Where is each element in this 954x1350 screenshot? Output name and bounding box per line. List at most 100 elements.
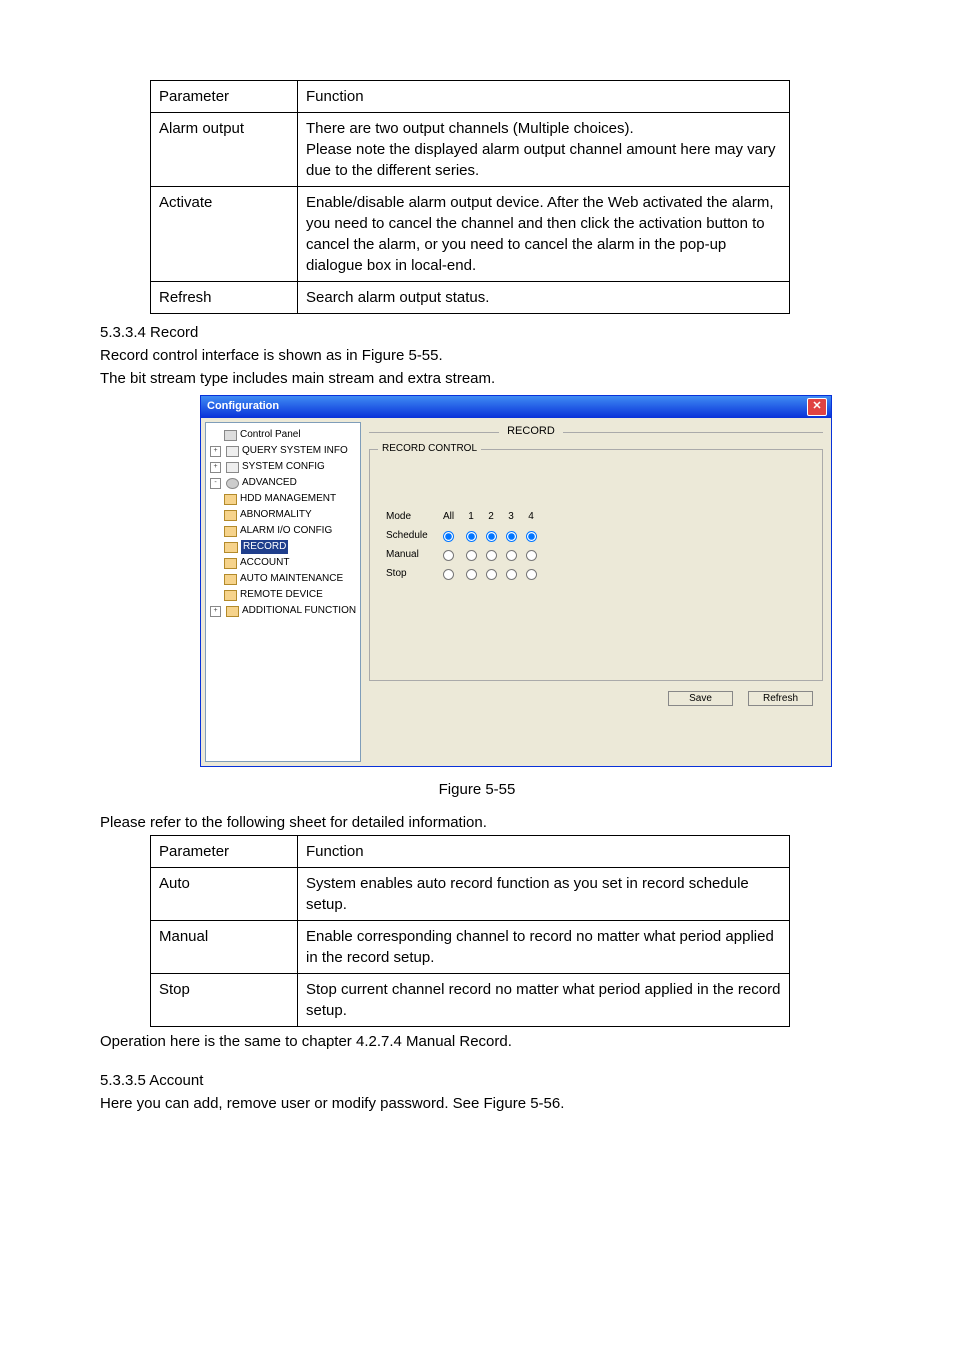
folder-icon [224, 494, 237, 505]
tree-item[interactable]: + QUERY SYSTEM INFO [208, 443, 358, 459]
record-mode-radio[interactable] [443, 550, 454, 561]
tree-item[interactable]: Control Panel [208, 427, 358, 443]
grid-header: 2 [481, 510, 501, 524]
record-grid: ModeAll1234 Schedule Manual Stop [386, 510, 814, 581]
tree-item-label: SYSTEM CONFIG [242, 460, 325, 474]
expand-icon[interactable]: - [210, 478, 221, 489]
table-cell: Alarm output [151, 113, 298, 187]
expand-icon[interactable]: + [210, 462, 221, 473]
table-cell: Auto [151, 868, 298, 921]
tree-item-label: RECORD [241, 540, 288, 554]
tree-item-label: REMOTE DEVICE [240, 588, 323, 602]
body-text: The bit stream type includes main stream… [100, 368, 854, 389]
grid-header: 1 [461, 510, 481, 524]
table-cell: Enable corresponding channel to record n… [298, 921, 790, 974]
table-header-cell: Parameter [151, 81, 298, 113]
folder-icon [224, 574, 237, 585]
folder-icon [224, 526, 237, 537]
tree-item[interactable]: + ADDITIONAL FUNCTION [208, 603, 358, 619]
grid-row-label: Manual [386, 548, 436, 562]
grid-radio-cell [436, 531, 461, 542]
tree-item[interactable]: HDD MANAGEMENT [208, 491, 358, 507]
content-pane: RECORD RECORD CONTROL ModeAll1234Schedul… [365, 418, 831, 766]
grid-header: 4 [521, 510, 541, 524]
sys-icon [226, 462, 239, 473]
folder-open-icon [224, 542, 238, 553]
figure-caption: Figure 5-55 [100, 779, 854, 800]
tree-item-label: QUERY SYSTEM INFO [242, 444, 348, 458]
grid-radio-cell [521, 550, 541, 561]
expand-icon[interactable]: + [210, 606, 221, 617]
table-header-cell: Function [298, 81, 790, 113]
body-text: Please refer to the following sheet for … [100, 812, 854, 833]
grid-radio-cell [461, 569, 481, 580]
record-mode-radio[interactable] [466, 531, 477, 542]
section-heading-account: 5.3.3.5 Account [100, 1070, 854, 1091]
record-mode-radio[interactable] [506, 569, 517, 580]
tree-item[interactable]: REMOTE DEVICE [208, 587, 358, 603]
record-mode-radio[interactable] [526, 550, 537, 561]
grid-row-label: Schedule [386, 529, 436, 543]
tree-item[interactable]: ACCOUNT [208, 555, 358, 571]
config-window: Configuration ✕ Control Panel + QUERY SYST… [200, 395, 832, 767]
tree-item-label: ACCOUNT [240, 556, 289, 570]
close-icon[interactable]: ✕ [807, 398, 827, 416]
tree-item[interactable]: ALARM I/O CONFIG [208, 523, 358, 539]
body-text: Operation here is the same to chapter 4.… [100, 1031, 854, 1052]
folder-icon [224, 590, 237, 601]
record-mode-radio[interactable] [466, 550, 477, 561]
record-mode-radio[interactable] [443, 531, 454, 542]
save-button[interactable]: Save [668, 691, 733, 706]
table-cell: Stop [151, 974, 298, 1027]
grid-header: 3 [501, 510, 521, 524]
grid-radio-cell [501, 531, 521, 542]
tree-item[interactable]: AUTO MAINTENANCE [208, 571, 358, 587]
tree-item[interactable]: RECORD [208, 539, 358, 555]
record-mode-radio[interactable] [443, 569, 454, 580]
record-mode-radio[interactable] [466, 569, 477, 580]
table-cell: Enable/disable alarm output device. Afte… [298, 187, 790, 282]
record-mode-radio[interactable] [526, 569, 537, 580]
record-mode-radio[interactable] [526, 531, 537, 542]
body-text: Here you can add, remove user or modify … [100, 1093, 854, 1114]
tree-item-label: HDD MANAGEMENT [240, 492, 336, 506]
nav-tree[interactable]: Control Panel + QUERY SYSTEM INFO + SYSTEM C… [205, 422, 361, 762]
tree-item-label: ADDITIONAL FUNCTION [242, 604, 356, 618]
tree-item[interactable]: ABNORMALITY [208, 507, 358, 523]
grid-radio-cell [521, 531, 541, 542]
grid-header: All [436, 510, 461, 524]
record-mode-radio[interactable] [486, 531, 497, 542]
fieldset-legend: RECORD CONTROL [378, 442, 481, 456]
body-text: Record control interface is shown as in … [100, 345, 854, 366]
window-titlebar: Configuration ✕ [201, 396, 831, 418]
tree-item-label: ALARM I/O CONFIG [240, 524, 332, 538]
sys-icon [226, 446, 239, 457]
tree-item[interactable]: -ADVANCED [208, 475, 358, 491]
folder-icon [226, 606, 239, 617]
refresh-button[interactable]: Refresh [748, 691, 813, 706]
grid-radio-cell [501, 569, 521, 580]
table-cell: Manual [151, 921, 298, 974]
grid-radio-cell [461, 531, 481, 542]
table-cell: Stop current channel record no matter wh… [298, 974, 790, 1027]
tree-item[interactable]: + SYSTEM CONFIG [208, 459, 358, 475]
record-mode-radio[interactable] [506, 550, 517, 561]
grid-radio-cell [481, 531, 501, 542]
record-mode-radio[interactable] [486, 550, 497, 561]
grid-radio-cell [481, 550, 501, 561]
expand-icon[interactable]: + [210, 446, 221, 457]
grid-row-label: Stop [386, 567, 436, 581]
record-mode-radio[interactable] [486, 569, 497, 580]
table-alarm-params: Parameter Function Alarm output There ar… [150, 80, 790, 314]
panel-icon [224, 430, 237, 441]
table-header-cell: Parameter [151, 836, 298, 868]
table-cell: There are two output channels (Multiple … [298, 113, 790, 187]
record-mode-radio[interactable] [506, 531, 517, 542]
grid-header: Mode [386, 510, 436, 524]
table-header-cell: Function [298, 836, 790, 868]
grid-radio-cell [481, 569, 501, 580]
grid-radio-cell [436, 569, 461, 580]
record-control-fieldset: RECORD CONTROL ModeAll1234ScheduleManual… [369, 449, 823, 681]
tree-item-label: Control Panel [240, 428, 301, 442]
section-heading-record: 5.3.3.4 Record [100, 322, 854, 343]
